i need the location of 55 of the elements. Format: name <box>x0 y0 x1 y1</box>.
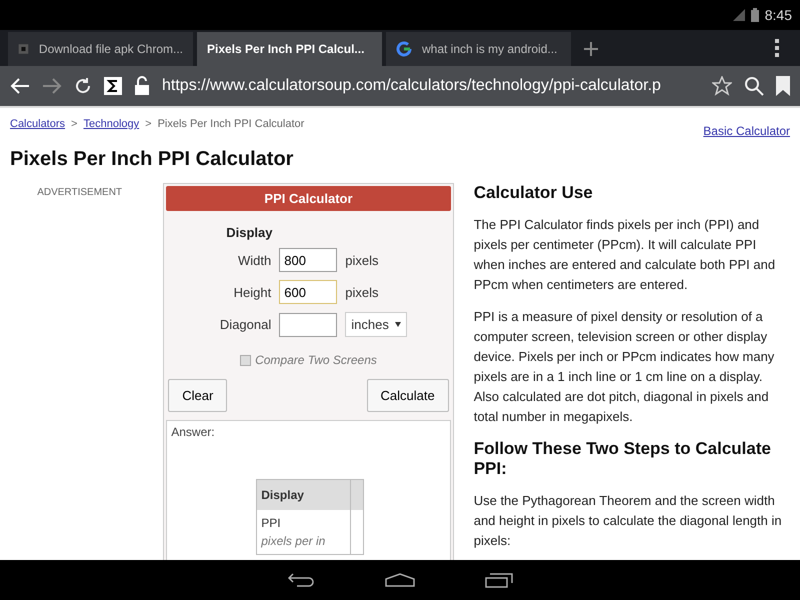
calculate-button[interactable]: Calculate <box>366 379 449 412</box>
breadcrumb-link[interactable]: Calculators <box>10 118 66 130</box>
menu-icon[interactable] <box>774 38 780 58</box>
caret-icon <box>394 322 401 327</box>
search-icon[interactable] <box>744 76 764 96</box>
sigma-icon <box>104 77 122 95</box>
g-logo-icon <box>396 41 412 57</box>
breadcrumb-separator: > <box>71 118 78 130</box>
clock-time: 8:45 <box>764 7 792 23</box>
back-icon[interactable] <box>287 572 315 588</box>
section-label: Display <box>225 224 274 242</box>
input-field[interactable]: 600 <box>279 280 338 304</box>
table-cell-text: PPI <box>261 516 282 530</box>
paragraph: The PPI Calculator finds pixels per inch (PPI) and pixels per centimeter (PPcm). It will calculate PPI when inches are entered and calculate both PPI and PPcm when centimeters are entered. <box>474 216 776 294</box>
advertisement-label: ADVERTISEMENT <box>36 186 124 200</box>
table-header: Display <box>257 480 352 510</box>
calculator-title: PPI Calculator <box>166 186 451 211</box>
breadcrumb-link[interactable]: Technology <box>83 118 140 130</box>
browser-tab[interactable]: what inch is my android... <box>386 32 571 66</box>
field-label: Width <box>237 252 272 268</box>
paragraph: Use the Pythagorean Theorem and the screen width and height in pixels to calculate the diagonal length in pixels: <box>474 492 783 550</box>
unit-label: pixels <box>345 284 380 300</box>
input-field[interactable] <box>279 312 338 336</box>
field-label: Height <box>232 284 272 300</box>
section-heading: Calculator Use <box>474 183 594 203</box>
breadcrumb-current: Pixels Per Inch PPI Calculator <box>158 118 304 130</box>
battery-icon <box>750 8 759 22</box>
unit-label: pixels <box>345 252 380 268</box>
page-icon <box>18 41 29 57</box>
checkbox-label: Compare Two Screens <box>255 353 377 367</box>
page-title: Pixels Per Inch PPI Calculator <box>10 148 294 171</box>
reload-icon[interactable] <box>74 77 92 95</box>
checkbox[interactable] <box>240 354 252 366</box>
new-tab-icon[interactable] <box>583 41 599 57</box>
recent-apps-icon[interactable] <box>485 572 513 588</box>
table-header-cell <box>351 480 364 510</box>
input-field[interactable]: 800 <box>279 248 338 272</box>
breadcrumb-separator: > <box>145 118 152 130</box>
unit-dropdown[interactable]: inches <box>345 312 407 337</box>
table-cell-text: pixels per in <box>261 534 326 548</box>
section-heading: Follow These Two Steps to Calculate PPI: <box>474 439 772 479</box>
field-label: Diagonal <box>218 317 272 332</box>
signal-icon <box>732 9 745 21</box>
browser-tab[interactable]: Pixels Per Inch PPI Calcul... <box>197 32 382 66</box>
paragraph: PPI is a measure of pixel density or resolution of a computer screen, television screen or other display device. Pixels per inch or PPcm indicates how many pixels are in a 1 inch line or 1 cm line on a display. Also calculated are dot pitch, diagonal in pixels and total number in megapixels. <box>474 308 776 426</box>
home-icon[interactable] <box>385 573 415 587</box>
bookmark-icon[interactable] <box>776 76 790 96</box>
forward-arrow-icon[interactable] <box>42 77 62 95</box>
back-arrow-icon[interactable] <box>10 77 30 95</box>
clear-button[interactable]: Clear <box>168 379 228 412</box>
star-icon[interactable] <box>712 76 732 96</box>
lock-icon <box>134 76 150 96</box>
basic-calculator-link[interactable]: Basic Calculator <box>703 124 790 138</box>
browser-tab[interactable]: Download file apk Chrom... <box>8 32 193 66</box>
answer-label: Answer: <box>171 425 216 439</box>
